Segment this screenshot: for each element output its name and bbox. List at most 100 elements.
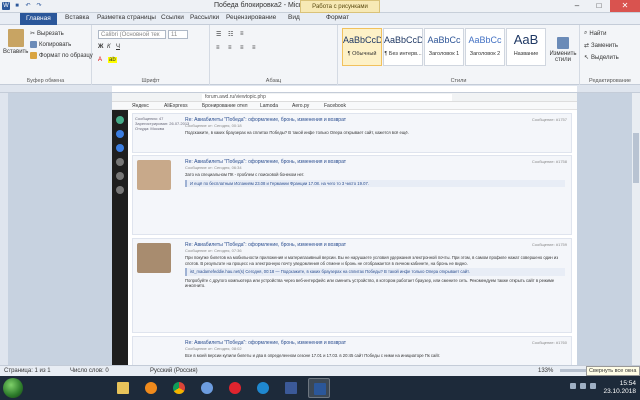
redo-icon[interactable]: ↷ <box>35 2 43 10</box>
font-color-button[interactable]: A <box>98 57 102 63</box>
copy-button[interactable]: Копировать <box>30 41 71 48</box>
select-button[interactable]: ↖ Выделить <box>584 54 619 62</box>
tab-page-layout[interactable]: Разметка страницы <box>97 14 156 21</box>
taskbar-app[interactable] <box>252 378 274 398</box>
avatar <box>137 243 171 273</box>
undo-icon[interactable]: ↶ <box>24 2 32 10</box>
copy-icon <box>30 41 37 48</box>
close-icon[interactable]: ✕ <box>610 0 640 12</box>
volume-icon[interactable] <box>590 383 596 389</box>
vertical-scrollbar[interactable] <box>632 93 640 365</box>
paste-icon <box>7 29 24 47</box>
tab-review[interactable]: Рецензирование <box>226 14 276 21</box>
justify-button[interactable]: ≡ <box>252 45 256 51</box>
zoom-level[interactable]: 133% <box>538 368 553 374</box>
font-group: Calibri (Основной тек 11 Ж К Ч A ab Шриф… <box>92 25 210 85</box>
cursor-icon: ↖ <box>584 55 590 61</box>
style-no-spacing[interactable]: AaBbCcDd¶ Без интерв... <box>383 28 423 66</box>
scissors-icon: ✂ <box>30 31 36 37</box>
taskbar-opera[interactable] <box>224 378 246 398</box>
style-title[interactable]: AaB Название <box>506 28 546 66</box>
forum-post: Re: Авиабилеты "Победа": оформление, бро… <box>132 155 572 235</box>
post-quote: ist_madamefeddie.hau.net(s) Сегодня, 00:… <box>185 268 565 276</box>
network-icon[interactable] <box>580 383 586 389</box>
post-meta: Сообщение от: Сегодня, 06:34 <box>185 165 242 170</box>
taskbar-word[interactable] <box>308 378 330 398</box>
page-count[interactable]: Страница: 1 из 1 <box>4 368 51 374</box>
word-count[interactable]: Число слов: 0 <box>70 368 109 374</box>
quick-access-toolbar: W ■ ↶ ↷ <box>2 2 43 10</box>
bookmark-item: Lamoda <box>260 103 279 109</box>
style-normal[interactable]: AaBbCcDd¶ Обычный <box>342 28 382 66</box>
styles-group: AaBbCcDd¶ Обычный AaBbCcDd¶ Без интерв..… <box>338 25 580 85</box>
bookmark-icon <box>116 186 124 194</box>
bookmark-item: Яндекс <box>132 103 149 109</box>
word-window: W ■ ↶ ↷ Победа блокировка2 - Microsoft W… <box>0 0 640 400</box>
taskbar-media-player[interactable] <box>140 378 162 398</box>
tab-references[interactable]: Ссылки <box>161 14 184 21</box>
editing-group: ⌕ Найти ⇄ Заменить ↖ Выделить Редактировани… <box>584 30 631 84</box>
maximize-icon[interactable]: □ <box>588 0 610 12</box>
save-icon[interactable]: ■ <box>13 2 21 10</box>
numbering-button[interactable]: ☷ <box>228 31 233 38</box>
style-heading-1[interactable]: AaBbCc Заголовок 1 <box>424 28 464 66</box>
post-meta: Сообщение от: Сегодня, 00:18 <box>185 123 242 128</box>
underline-button[interactable]: Ч <box>116 44 120 50</box>
search-icon: ⌕ <box>584 30 588 36</box>
replace-icon: ⇄ <box>584 43 590 49</box>
language[interactable]: Русский (Россия) <box>150 368 198 374</box>
cut-button[interactable]: ✂ Вырезать <box>30 30 64 38</box>
tab-view[interactable]: Вид <box>288 14 300 21</box>
font-name-combo[interactable]: Calibri (Основной тек <box>98 30 166 39</box>
post-body: Подскажите, в каких браузерах на сплитах… <box>185 130 409 135</box>
post-quote: И ещё по бесплатным Испаниям 23.08 и Гер… <box>185 179 565 187</box>
clipboard-group: Вставить ✂ Вырезать Копировать Формат по … <box>0 25 93 85</box>
post-meta: Сообщение от: Сегодня, 08:02 <box>185 346 242 351</box>
tray-icon[interactable] <box>570 383 576 389</box>
tab-insert[interactable]: Вставка <box>65 14 89 21</box>
find-button[interactable]: ⌕ Найти <box>584 30 607 37</box>
tab-format[interactable]: Формат <box>326 14 349 21</box>
replace-button[interactable]: ⇄ Заменить <box>584 42 618 50</box>
paste-button[interactable]: Вставить <box>3 29 28 55</box>
style-heading-2[interactable]: AaBbCc Заголовок 2 <box>465 28 505 66</box>
taskbar-chrome[interactable] <box>168 378 190 398</box>
change-styles-button[interactable]: Изменить стили <box>548 37 578 63</box>
italic-button[interactable]: К <box>107 44 111 50</box>
multilevel-button[interactable]: ≡ <box>240 31 244 37</box>
embedded-screenshot-image[interactable]: forum.awd.ru/viewtopic.php Яндекс AliExp… <box>112 93 577 365</box>
post-meta: Сообщение от: Сегодня, 07:36 <box>185 248 242 253</box>
system-tray <box>570 383 596 389</box>
align-right-button[interactable]: ≡ <box>240 45 244 51</box>
avatar <box>137 160 171 190</box>
taskbar: 15:54 23.10.2018 <box>0 376 640 400</box>
bookmarks-bar: Яндекс AliExpress Бронирование отел Lamo… <box>112 102 577 110</box>
format-painter-button[interactable]: Формат по образцу <box>30 52 93 59</box>
taskbar-explorer[interactable] <box>112 378 134 398</box>
bookmark-item: AliExpress <box>164 103 188 109</box>
tab-mailings[interactable]: Рассылки <box>190 14 219 21</box>
vertical-ruler[interactable] <box>0 93 8 365</box>
tab-home[interactable]: Главная <box>20 13 57 25</box>
ribbon-tabs: Главная Вставка Разметка страницы Ссылки… <box>0 13 640 25</box>
whatsapp-icon <box>116 116 124 124</box>
font-size-combo[interactable]: 11 <box>168 30 188 39</box>
context-tab-picture-tools: Работа с рисунками <box>300 0 380 13</box>
bullets-button[interactable]: ☰ <box>216 31 221 38</box>
horizontal-ruler[interactable] <box>0 85 640 93</box>
taskbar-app[interactable] <box>280 378 302 398</box>
taskbar-app[interactable] <box>196 378 218 398</box>
align-left-button[interactable]: ≡ <box>216 45 220 51</box>
messenger-icon <box>116 144 124 152</box>
paragraph-group: ☰ ☷ ≡ ≡ ≡ ≡ ≡ Абзац <box>210 25 338 85</box>
start-button[interactable] <box>3 378 23 398</box>
minimize-icon[interactable]: – <box>566 0 588 12</box>
clock[interactable]: 15:54 23.10.2018 <box>603 380 636 396</box>
word-logo-icon[interactable]: W <box>2 2 10 10</box>
bold-button[interactable]: Ж <box>98 44 103 50</box>
align-center-button[interactable]: ≡ <box>228 45 232 51</box>
forum-post: Сообщения: 47 Зарегистрирован: 26.07.201… <box>132 113 572 153</box>
bookmark-item: Aero.py <box>292 103 310 109</box>
post-body: Зато на специальном ПК - проблем с поиск… <box>185 172 565 189</box>
highlight-button[interactable]: ab <box>108 57 117 63</box>
